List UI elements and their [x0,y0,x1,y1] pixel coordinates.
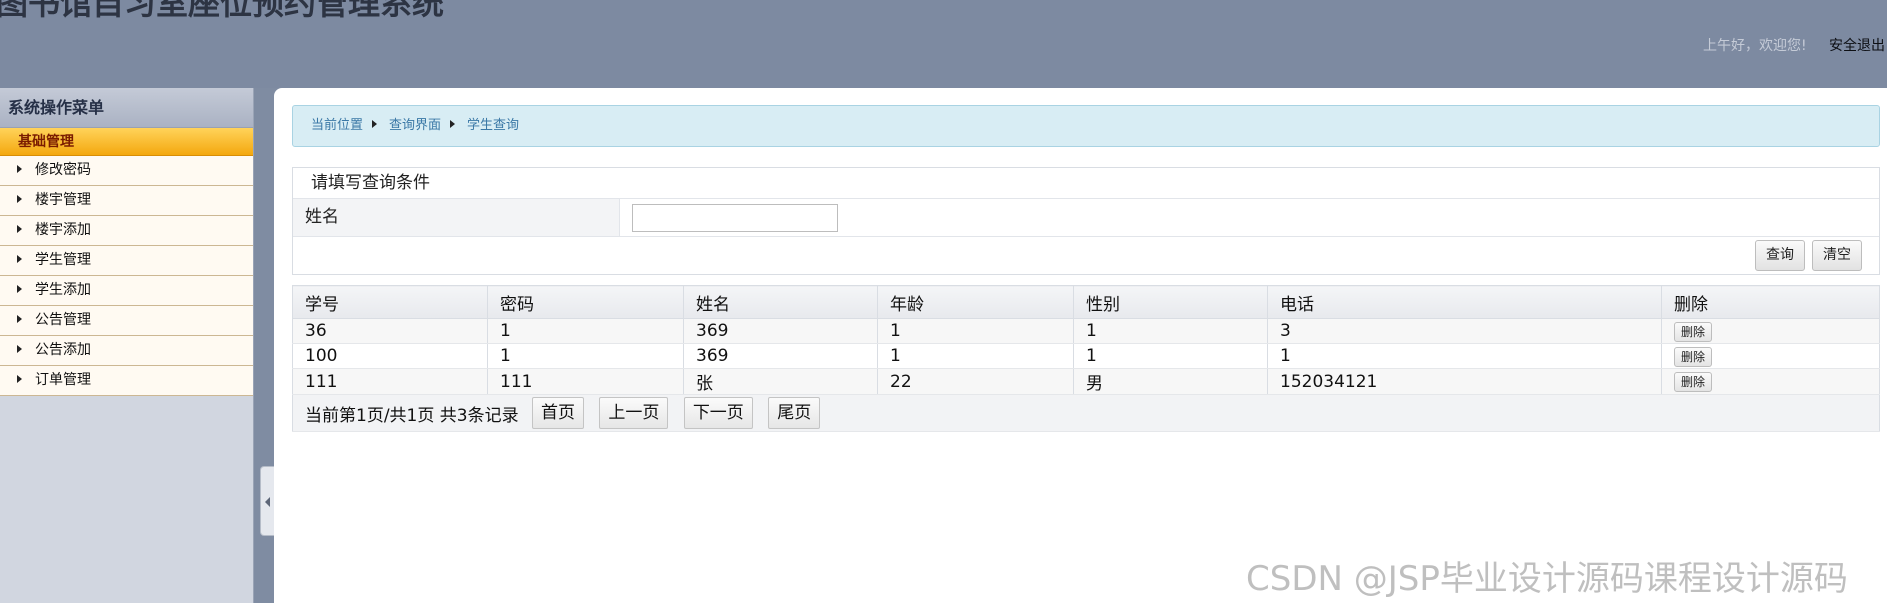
cell-delete: 删除 [1661,368,1880,395]
cell-name: 369 [683,318,878,344]
pagination-bar: 当前第1页/共1页 共3条记录 首页 上一页 下一页 尾页 [292,394,1880,432]
results-table: 学号 密码 姓名 年龄 性别 电话 删除 36 1 369 1 1 3 删除 1… [292,285,1880,432]
sidebar-item-student-manage[interactable]: 学生管理 [0,246,253,276]
sidebar-item-label: 公告添加 [35,342,91,358]
last-page-button[interactable]: 尾页 [768,397,821,429]
cell-phone: 152034121 [1267,368,1662,395]
sidebar-item-label: 修改密码 [35,162,91,178]
caret-right-icon [17,285,22,293]
prev-page-button[interactable]: 上一页 [599,397,669,429]
cell-phone: 1 [1267,343,1662,369]
sidebar-toggle-button[interactable] [260,466,274,536]
sidebar-item-label: 学生添加 [35,282,91,298]
sidebar-title: 系统操作菜单 [0,88,253,128]
breadcrumb-item-query-page[interactable]: 查询界面 [389,118,441,133]
query-panel: 请填写查询条件 姓名 查询 清空 [292,167,1880,275]
caret-right-icon [17,255,22,263]
table-row: 100 1 369 1 1 1 删除 [292,343,1880,369]
sidebar-item-label: 楼宇管理 [35,192,91,208]
cell-name: 369 [683,343,878,369]
sidebar-item-notice-add[interactable]: 公告添加 [0,336,253,366]
sidebar-item-label: 订单管理 [35,372,91,388]
cell-gender: 1 [1073,318,1268,344]
top-banner: 图书馆自习室座位预约管理系统 上午好，欢迎您! 安全退出 [0,0,1887,88]
caret-right-icon [17,375,22,383]
cell-gender: 男 [1073,368,1268,395]
caret-right-icon [17,345,22,353]
caret-right-icon [17,195,22,203]
breadcrumb-item-location[interactable]: 当前位置 [311,118,363,133]
sidebar-item-student-add[interactable]: 学生添加 [0,276,253,306]
column-header-phone: 电话 [1267,285,1662,319]
app-title: 图书馆自习室座位预约管理系统 [0,0,445,22]
pagination-info: 当前第1页/共1页 共3条记录 [305,405,519,426]
cell-age: 1 [877,343,1074,369]
pagination-row: 当前第1页/共1页 共3条记录 首页 上一页 下一页 尾页 [292,394,1880,432]
table-row: 36 1 369 1 1 3 删除 [292,318,1880,344]
clear-button[interactable]: 清空 [1812,240,1862,271]
delete-button[interactable]: 删除 [1674,321,1713,342]
query-row-name: 姓名 [293,199,1879,237]
caret-right-icon [17,315,22,323]
cell-age: 22 [877,368,1074,395]
cell-delete: 删除 [1661,318,1880,344]
cell-phone: 3 [1267,318,1662,344]
name-search-input[interactable] [632,204,838,232]
cell-name: 张 [683,368,878,395]
breadcrumb: 当前位置 查询界面 学生查询 [292,105,1880,147]
caret-right-icon [372,120,378,128]
caret-right-icon [17,165,22,173]
sidebar-item-label: 公告管理 [35,312,91,328]
watermark: CSDN @JSP毕业设计源码课程设计源码 [1246,559,1848,599]
cell-student-id: 111 [292,368,488,395]
cell-password: 1 [487,318,684,344]
cell-delete: 删除 [1661,343,1880,369]
logout-link[interactable]: 安全退出 [1829,35,1885,55]
sidebar-item-change-password[interactable]: 修改密码 [0,156,253,186]
delete-button[interactable]: 删除 [1674,372,1713,392]
sidebar-item-order-manage[interactable]: 订单管理 [0,366,253,396]
sidebar-item-building-add[interactable]: 楼宇添加 [0,216,253,246]
sidebar-item-label: 楼宇添加 [35,222,91,238]
cell-student-id: 36 [292,318,488,344]
cell-student-id: 100 [292,343,488,369]
column-header-delete: 删除 [1661,285,1880,319]
table-header-row: 学号 密码 姓名 年龄 性别 电话 删除 [292,285,1880,319]
sidebar-item-label: 学生管理 [35,252,91,268]
caret-right-icon [450,120,456,128]
menu-group-basic[interactable]: 基础管理 [0,128,253,156]
name-label: 姓名 [293,199,620,236]
query-title: 请填写查询条件 [293,168,1879,199]
breadcrumb-item-student-query[interactable]: 学生查询 [467,118,519,133]
cell-gender: 1 [1073,343,1268,369]
table-row: 111 111 张 22 男 152034121 删除 [292,368,1880,395]
cell-password: 111 [487,368,684,395]
chevron-left-icon [265,497,270,507]
sidebar: 系统操作菜单 基础管理 修改密码 楼宇管理 楼宇添加 学生管理 学生添加 公告管… [0,88,254,603]
column-header-student-id: 学号 [292,285,488,319]
column-header-age: 年龄 [877,285,1074,319]
caret-right-icon [17,225,22,233]
column-header-name: 姓名 [683,285,878,319]
column-header-gender: 性别 [1073,285,1268,319]
column-header-password: 密码 [487,285,684,319]
delete-button[interactable]: 删除 [1674,346,1713,367]
sidebar-item-notice-manage[interactable]: 公告管理 [0,306,253,336]
next-page-button[interactable]: 下一页 [683,397,753,429]
greeting-text: 上午好，欢迎您! [1703,38,1807,54]
cell-password: 1 [487,343,684,369]
cell-age: 1 [877,318,1074,344]
first-page-button[interactable]: 首页 [532,397,584,429]
search-button[interactable]: 查询 [1755,240,1805,271]
sidebar-item-building-manage[interactable]: 楼宇管理 [0,186,253,216]
